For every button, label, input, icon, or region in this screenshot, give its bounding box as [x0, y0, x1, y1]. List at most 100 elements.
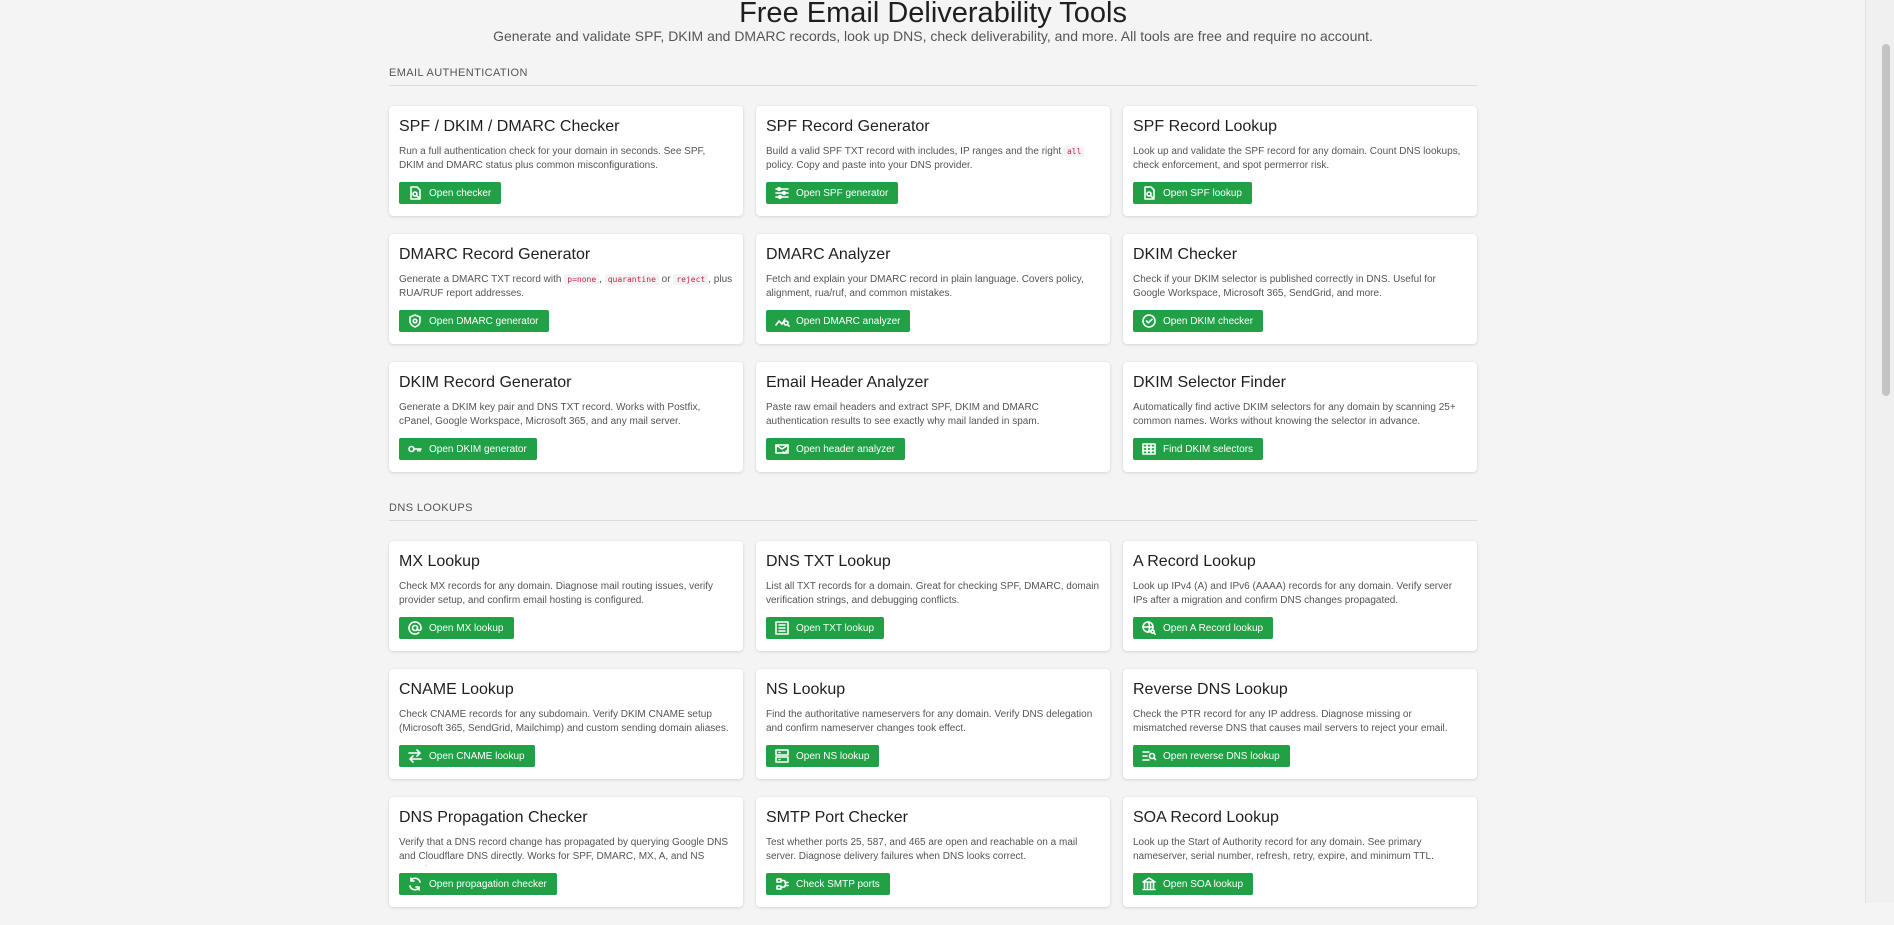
tool-card-spf-record-lookup: SPF Record Lookup Look up and validate th… [1123, 106, 1477, 216]
tool-grid-email-authentication: SPF / DKIM / DMARC Checker Run a full aut… [389, 106, 1477, 490]
tool-card-title: SPF / DKIM / DMARC Checker [399, 118, 620, 135]
graph-search-icon [774, 313, 790, 329]
tool-card-title: MX Lookup [399, 553, 480, 570]
button-label: Open TXT lookup [796, 622, 875, 634]
tool-card-description: Automatically find active DKIM selectors… [1133, 402, 1456, 427]
tool-card-title: Reverse DNS Lookup [1133, 681, 1288, 698]
tool-card-description: Check the PTR record for any IP address.… [1133, 709, 1448, 734]
tool-card-title: NS Lookup [766, 681, 846, 698]
open-dmarc-generator-button[interactable]: Open DMARC generator [399, 310, 549, 332]
inline-code: reject [673, 274, 709, 285]
tool-card-description: Build a valid SPF TXT record with includ… [766, 145, 1100, 175]
open-cname-lookup-button[interactable]: Open CNAME lookup [399, 745, 535, 767]
inline-code: all [1063, 146, 1085, 157]
tool-card-spf-record-generator: SPF Record Generator Build a valid SPF TX… [756, 106, 1110, 216]
tool-card-description: Find the authoritative nameservers for a… [766, 709, 1093, 734]
button-label: Open DKIM checker [1163, 315, 1254, 327]
tool-card-description: Check if your DKIM selector is published… [1133, 274, 1436, 299]
list-icon [774, 620, 790, 636]
inline-code: quarantine [604, 274, 659, 285]
envelope-check-icon [774, 441, 790, 457]
check-smtp-ports-button[interactable]: Check SMTP ports [766, 873, 890, 895]
open-txt-lookup-button[interactable]: Open TXT lookup [766, 617, 885, 639]
server-icon [774, 748, 790, 764]
open-dmarc-analyzer-button[interactable]: Open DMARC analyzer [766, 310, 911, 332]
open-ns-lookup-button[interactable]: Open NS lookup [766, 745, 880, 767]
tool-card-description: Check CNAME records for any subdomain. V… [399, 709, 729, 734]
page: Free Email Deliverability Tools Generate… [0, 0, 1894, 907]
tool-card-smtp-port-checker: SMTP Port Checker Test whether ports 25, … [756, 797, 1110, 907]
button-label: Open SOA lookup [1163, 878, 1244, 890]
doc-search-icon [407, 185, 423, 201]
button-label: Open DKIM generator [429, 443, 527, 455]
tool-card-description: Run a full authentication check for your… [399, 146, 706, 171]
open-mx-lookup-button[interactable]: Open MX lookup [399, 617, 514, 639]
tool-card-cname-lookup: CNAME Lookup Check CNAME records for any … [389, 669, 743, 779]
page-subtitle: Generate and validate SPF, DKIM and DMAR… [493, 28, 1373, 44]
tool-card-title: DKIM Checker [1133, 246, 1238, 263]
arrows-swap-icon [407, 748, 423, 764]
tool-card-description: Fetch and explain your DMARC record in p… [766, 274, 1084, 299]
inline-code: p=none [564, 274, 600, 285]
sliders-icon [774, 185, 790, 201]
scrollbar-thumb[interactable] [1882, 44, 1890, 396]
tool-card-soa-record-lookup: SOA Record Lookup Look up the Start of Au… [1123, 797, 1477, 907]
button-label: Open DMARC generator [429, 315, 539, 327]
tool-card-email-header-analyzer: Email Header Analyzer Paste raw email hea… [756, 362, 1110, 472]
tool-grid-dns-lookups: MX Lookup Check MX records for any domain… [389, 541, 1477, 925]
tool-card-description: Generate a DMARC TXT record with p=none,… [399, 273, 733, 303]
list-search-icon [1141, 748, 1157, 764]
button-label: Open CNAME lookup [429, 750, 525, 762]
tool-card-dkim-checker: DKIM Checker Check if your DKIM selector … [1123, 234, 1477, 344]
button-label: Open checker [429, 187, 492, 199]
scrollbar[interactable] [1865, 0, 1894, 903]
tool-card-description: List all TXT records for a domain. Great… [766, 581, 1100, 606]
tool-card-dns-propagation-checker: DNS Propagation Checker Verify that a DNS… [389, 797, 743, 907]
open-spf-generator-button[interactable]: Open SPF generator [766, 182, 899, 204]
section-label-email-authentication: Email Authentication [389, 67, 1477, 86]
key-icon [407, 441, 423, 457]
open-propagation-checker-button[interactable]: Open propagation checker [399, 873, 557, 895]
description-text: Build a valid SPF TXT record with includ… [766, 146, 1064, 157]
open-dkim-checker-button[interactable]: Open DKIM checker [1133, 310, 1264, 332]
tool-card-dmarc-analyzer: DMARC Analyzer Fetch and explain your DMA… [756, 234, 1110, 344]
open-header-analyzer-button[interactable]: Open header analyzer [766, 438, 905, 460]
open-checker-button[interactable]: Open checker [399, 182, 502, 204]
tool-card-description: Paste raw email headers and extract SPF,… [766, 402, 1040, 427]
description-text: Generate a DMARC TXT record with [399, 274, 565, 285]
open-spf-lookup-button[interactable]: Open SPF lookup [1133, 182, 1252, 204]
tool-card-dns-txt-lookup: DNS TXT Lookup List all TXT records for a… [756, 541, 1110, 651]
description-text: or [658, 274, 674, 285]
tool-card-description: Generate a DKIM key pair and DNS TXT rec… [399, 402, 701, 427]
refresh-icon [407, 876, 423, 892]
plug-icon [774, 876, 790, 892]
tool-card-title: SOA Record Lookup [1133, 809, 1279, 826]
grid-icon [1141, 441, 1157, 457]
tool-card-title: DNS TXT Lookup [766, 553, 891, 570]
description-text: , [599, 274, 605, 285]
open-dkim-generator-button[interactable]: Open DKIM generator [399, 438, 537, 460]
button-label: Open A Record lookup [1163, 622, 1264, 634]
at-icon [407, 620, 423, 636]
tool-card-description: Look up the Start of Authority record fo… [1133, 837, 1434, 862]
tool-card-dmarc-record-generator: DMARC Record Generator Generate a DMARC T… [389, 234, 743, 344]
tool-card-description: Test whether ports 25, 587, and 465 are … [766, 837, 1078, 862]
button-label: Open reverse DNS lookup [1163, 750, 1280, 762]
tool-card-spf-dkim-dmarc-checker: SPF / DKIM / DMARC Checker Run a full aut… [389, 106, 743, 216]
tool-card-mx-lookup: MX Lookup Check MX records for any domain… [389, 541, 743, 651]
tool-card-description: Look up IPv4 (A) and IPv6 (AAAA) records… [1133, 581, 1453, 606]
tool-card-title: DKIM Record Generator [399, 374, 572, 391]
tool-card-title: SPF Record Generator [766, 118, 930, 135]
tool-card-description: Verify that a DNS record change has prop… [399, 837, 729, 866]
tool-card-dkim-selector-finder: DKIM Selector Finder Automatically find a… [1123, 362, 1477, 472]
bank-icon [1141, 876, 1157, 892]
button-label: Open propagation checker [429, 878, 547, 890]
open-a-record-lookup-button[interactable]: Open A Record lookup [1133, 617, 1274, 639]
tool-card-title: DMARC Analyzer [766, 246, 891, 263]
find-dkim-selectors-button[interactable]: Find DKIM selectors [1133, 438, 1264, 460]
open-soa-lookup-button[interactable]: Open SOA lookup [1133, 873, 1254, 895]
section-label-dns-lookups: DNS Lookups [389, 502, 1477, 521]
button-label: Find DKIM selectors [1163, 443, 1254, 455]
open-reverse-dns-lookup-button[interactable]: Open reverse DNS lookup [1133, 745, 1290, 767]
doc-search-icon [1141, 185, 1157, 201]
